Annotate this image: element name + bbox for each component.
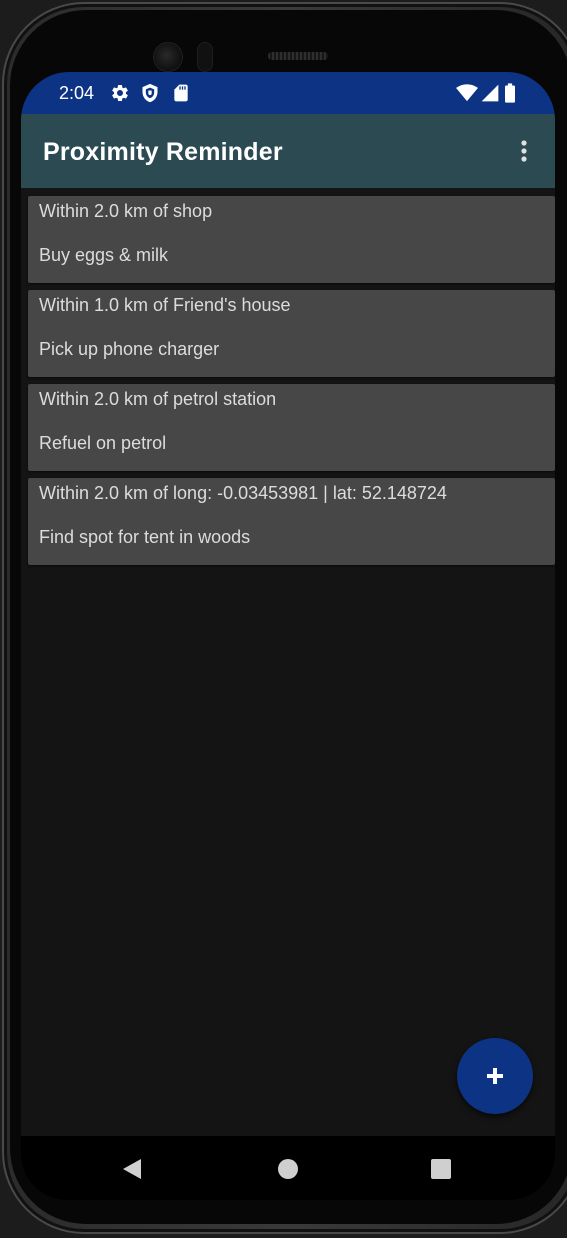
earpiece-speaker bbox=[268, 52, 328, 60]
home-circle-icon[interactable] bbox=[275, 1156, 301, 1182]
reminder-location: Within 2.0 km of shop bbox=[39, 201, 213, 221]
reminder-card[interactable]: Within 2.0 km of petrol station Refuel o… bbox=[28, 384, 555, 471]
phone-screen: 2:04 Proximity Reminder Within 2.0 km of… bbox=[21, 72, 555, 1200]
reminder-card[interactable]: Within 2.0 km of long: -0.03453981 | lat… bbox=[28, 478, 555, 565]
sd-card-icon bbox=[171, 83, 191, 103]
reminder-note: Find spot for tent in woods bbox=[39, 527, 251, 547]
reminder-list: Within 2.0 km of shop Buy eggs & milk Wi… bbox=[28, 196, 555, 572]
app-bar: Proximity Reminder bbox=[21, 114, 555, 188]
reminder-location: Within 1.0 km of Friend's house bbox=[39, 295, 291, 315]
reminder-location: Within 2.0 km of long: -0.03453981 | lat… bbox=[39, 483, 447, 503]
navigation-bar bbox=[21, 1136, 555, 1200]
gear-icon bbox=[110, 83, 130, 103]
front-camera bbox=[154, 43, 182, 71]
reminder-location: Within 2.0 km of petrol station bbox=[39, 389, 277, 409]
add-reminder-button[interactable] bbox=[457, 1038, 533, 1114]
battery-icon bbox=[503, 83, 517, 103]
recents-square-icon[interactable] bbox=[428, 1156, 454, 1182]
page-title: Proximity Reminder bbox=[43, 138, 283, 166]
shield-icon bbox=[140, 83, 160, 103]
more-vert-icon[interactable] bbox=[511, 138, 537, 168]
proximity-sensor bbox=[198, 43, 212, 71]
reminder-note: Buy eggs & milk bbox=[39, 245, 169, 265]
signal-icon bbox=[480, 83, 500, 103]
status-time: 2:04 bbox=[59, 83, 95, 103]
reminder-card[interactable]: Within 2.0 km of shop Buy eggs & milk bbox=[28, 196, 555, 283]
reminder-note: Pick up phone charger bbox=[39, 339, 220, 359]
status-bar: 2:04 bbox=[21, 72, 555, 114]
plus-icon bbox=[487, 1068, 503, 1084]
wifi-icon bbox=[456, 83, 478, 103]
reminder-card[interactable]: Within 1.0 km of Friend's house Pick up … bbox=[28, 290, 555, 377]
back-triangle-icon[interactable] bbox=[119, 1156, 145, 1182]
reminder-note: Refuel on petrol bbox=[39, 433, 167, 453]
